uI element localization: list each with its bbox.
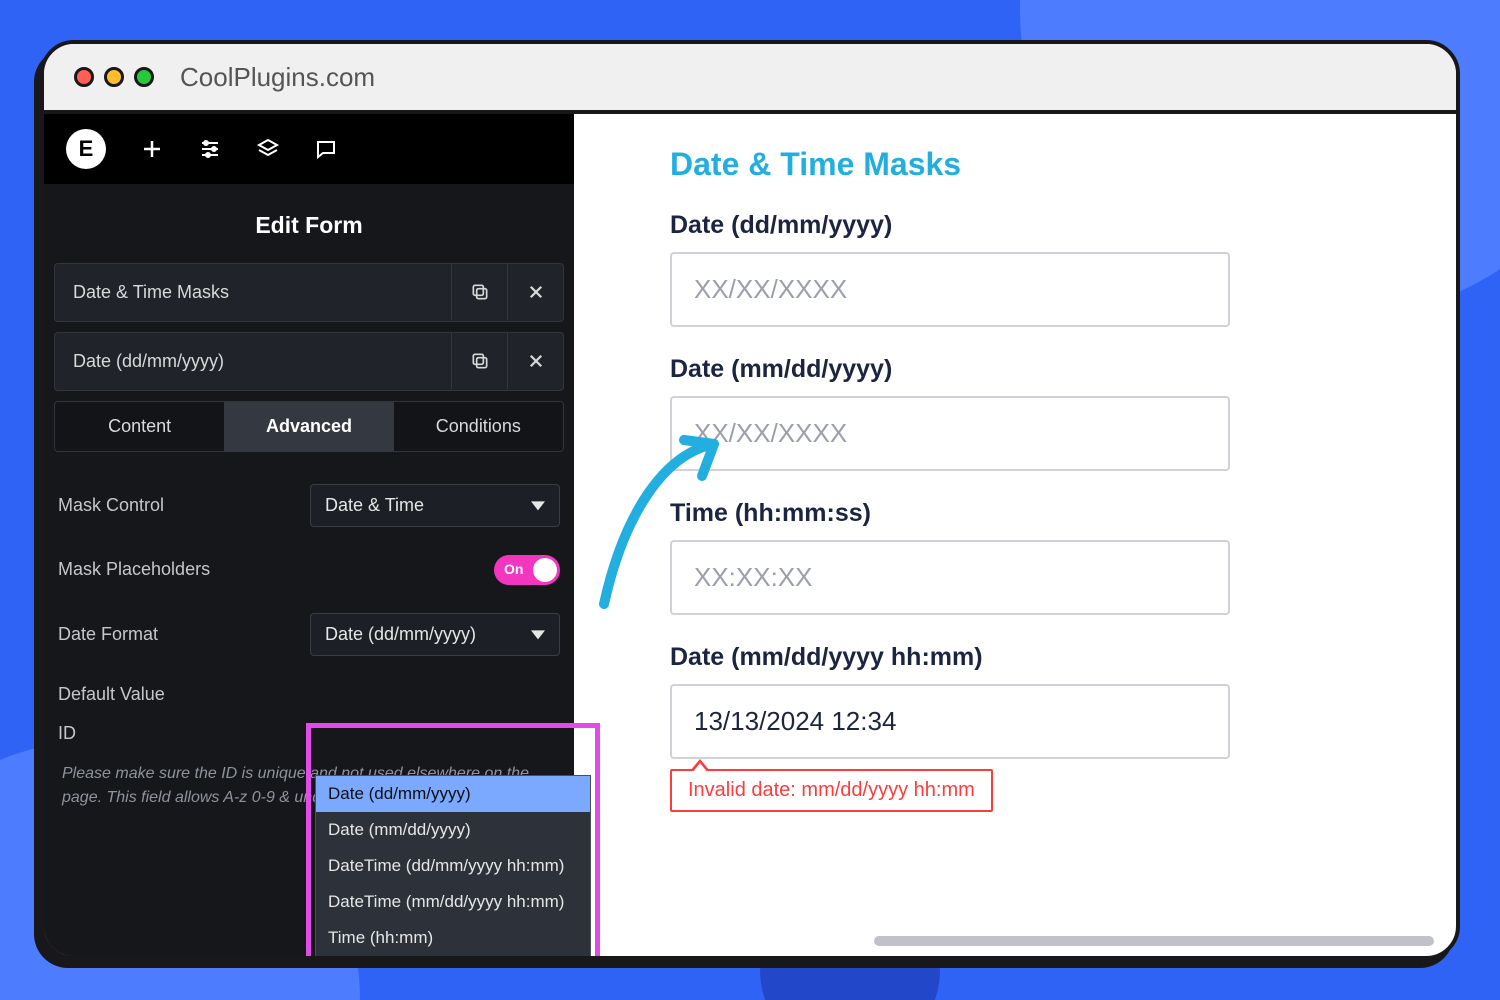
date-input[interactable]: XX/XX/XXXX bbox=[670, 396, 1230, 471]
close-window-button[interactable] bbox=[74, 67, 94, 87]
mask-control-select[interactable]: Date & Time bbox=[310, 484, 560, 527]
row-mask-placeholders: Mask Placeholders On bbox=[54, 541, 564, 599]
datetime-input[interactable]: 13/13/2024 12:34 bbox=[670, 684, 1230, 759]
format-option[interactable]: DateTime (dd/mm/yyyy hh:mm) bbox=[316, 848, 590, 884]
field-label: Time (hh:mm:ss) bbox=[670, 499, 1360, 528]
tab-advanced[interactable]: Advanced bbox=[224, 402, 393, 451]
preview-field: Time (hh:mm:ss) XX:XX:XX bbox=[670, 499, 1360, 615]
elementor-logo-icon[interactable]: E bbox=[66, 129, 106, 169]
format-option[interactable]: Time (hh:mm) bbox=[316, 920, 590, 956]
id-label: ID bbox=[58, 723, 76, 744]
close-icon[interactable] bbox=[507, 264, 563, 320]
format-option[interactable]: Date (mm/dd/yyyy) bbox=[316, 812, 590, 848]
comment-icon[interactable] bbox=[314, 137, 338, 161]
tab-conditions[interactable]: Conditions bbox=[394, 402, 563, 451]
minimize-window-button[interactable] bbox=[104, 67, 124, 87]
field-label: Date (mm/dd/yyyy hh:mm) bbox=[670, 643, 1360, 672]
format-option[interactable]: Time (hh:mm:ss) bbox=[316, 956, 590, 960]
horizontal-scrollbar[interactable] bbox=[874, 936, 1434, 946]
breadcrumb-field-label: Date (dd/mm/yyyy) bbox=[55, 333, 451, 390]
duplicate-icon[interactable] bbox=[451, 333, 507, 389]
mask-placeholders-toggle[interactable]: On bbox=[494, 555, 560, 585]
form-preview: Date & Time Masks Date (dd/mm/yyyy) XX/X… bbox=[574, 114, 1456, 956]
panel-title: Edit Form bbox=[44, 184, 574, 263]
preview-field: Date (dd/mm/yyyy) XX/XX/XXXX bbox=[670, 211, 1360, 327]
editor-panel: E Edit Form Date & Time Mask bbox=[44, 114, 574, 956]
tab-content[interactable]: Content bbox=[55, 402, 224, 451]
breadcrumb-group[interactable]: Date & Time Masks bbox=[54, 263, 564, 322]
time-input[interactable]: XX:XX:XX bbox=[670, 540, 1230, 615]
preview-field: Date (mm/dd/yyyy) XX/XX/XXXX bbox=[670, 355, 1360, 471]
date-input[interactable]: XX/XX/XXXX bbox=[670, 252, 1230, 327]
date-format-options: Date (dd/mm/yyyy) Date (mm/dd/yyyy) Date… bbox=[315, 775, 591, 960]
breadcrumb-field[interactable]: Date (dd/mm/yyyy) bbox=[54, 332, 564, 391]
field-label: Date (mm/dd/yyyy) bbox=[670, 355, 1360, 384]
mask-control-label: Mask Control bbox=[58, 495, 164, 516]
mask-placeholders-label: Mask Placeholders bbox=[58, 559, 210, 580]
row-date-format: Date Format Date (dd/mm/yyyy) bbox=[54, 599, 564, 670]
browser-titlebar: CoolPlugins.com bbox=[44, 44, 1456, 114]
format-option[interactable]: DateTime (mm/dd/yyyy hh:mm) bbox=[316, 884, 590, 920]
maximize-window-button[interactable] bbox=[134, 67, 154, 87]
preview-field: Date (mm/dd/yyyy hh:mm) 13/13/2024 12:34… bbox=[670, 643, 1360, 812]
breadcrumb-group-label: Date & Time Masks bbox=[55, 264, 451, 321]
settings-icon[interactable] bbox=[198, 137, 222, 161]
date-format-label: Date Format bbox=[58, 624, 158, 645]
row-default-value: Default Value bbox=[54, 670, 564, 719]
validation-error: Invalid date: mm/dd/yyyy hh:mm bbox=[670, 769, 993, 812]
preview-title: Date & Time Masks bbox=[670, 146, 1360, 183]
window-controls bbox=[74, 67, 154, 87]
duplicate-icon[interactable] bbox=[451, 264, 507, 320]
field-tabs: Content Advanced Conditions bbox=[54, 401, 564, 452]
format-option[interactable]: Date (dd/mm/yyyy) bbox=[316, 776, 590, 812]
browser-url: CoolPlugins.com bbox=[180, 62, 375, 93]
row-id: ID bbox=[54, 719, 564, 758]
default-value-label: Default Value bbox=[58, 684, 165, 705]
close-icon[interactable] bbox=[507, 333, 563, 389]
row-mask-control: Mask Control Date & Time bbox=[54, 470, 564, 541]
toggle-on-label: On bbox=[504, 561, 523, 577]
editor-toolbar: E bbox=[44, 114, 574, 184]
field-label: Date (dd/mm/yyyy) bbox=[670, 211, 1360, 240]
add-icon[interactable] bbox=[140, 137, 164, 161]
date-format-select[interactable]: Date (dd/mm/yyyy) bbox=[310, 613, 560, 656]
layers-icon[interactable] bbox=[256, 137, 280, 161]
browser-window: CoolPlugins.com E Edit Form bbox=[40, 40, 1460, 960]
